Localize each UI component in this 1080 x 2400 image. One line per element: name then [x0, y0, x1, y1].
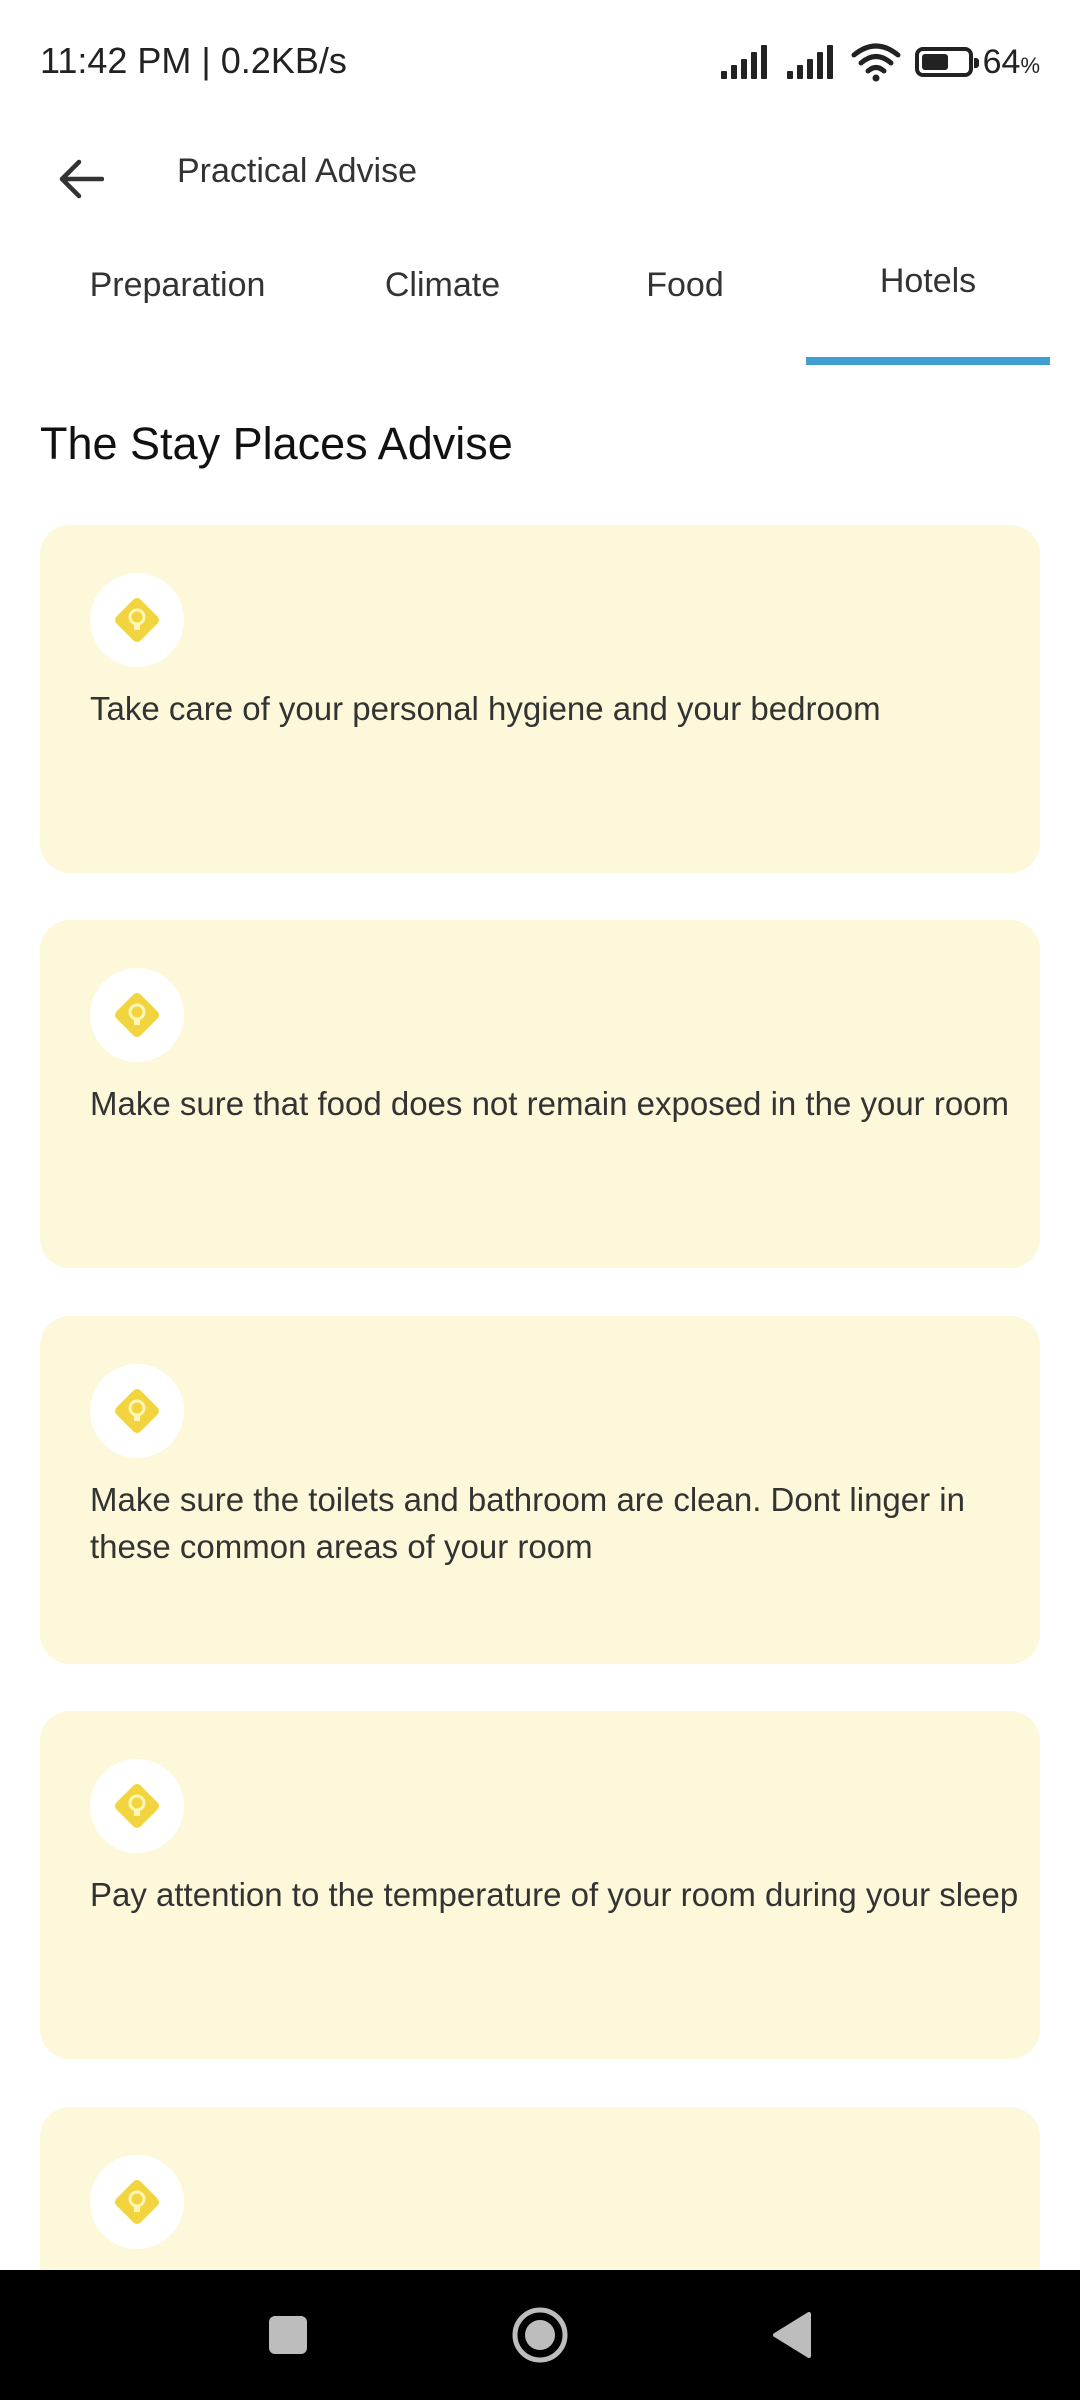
- tab-climate[interactable]: Climate: [320, 230, 565, 365]
- advice-text: Pay attention to the temperature of your…: [90, 1876, 1019, 1913]
- battery-percentage: 64%: [983, 43, 1040, 82]
- back-triangle-icon: [773, 2312, 811, 2358]
- signal-icon: [720, 45, 767, 79]
- wifi-icon: [851, 43, 901, 82]
- lightbulb-icon: [90, 1759, 184, 1853]
- lightbulb-icon: [90, 573, 184, 667]
- lightbulb-icon: [90, 1364, 184, 1458]
- advice-text: Make sure the toilets and bathroom are c…: [90, 1481, 965, 1565]
- recents-icon: [269, 2316, 307, 2354]
- status-icons: 64%: [719, 42, 1040, 82]
- advice-card: Make sure the toilets and bathroom are c…: [40, 1316, 1040, 1664]
- lightbulb-icon: [90, 968, 184, 1062]
- tab-hotels[interactable]: Hotels: [806, 230, 1050, 365]
- home-button[interactable]: [500, 2295, 580, 2375]
- battery-unit: %: [1020, 52, 1040, 78]
- tab-food[interactable]: Food: [565, 230, 805, 365]
- status-bar: 11:42 PM | 0.2KB/s 64%: [0, 0, 1080, 130]
- status-time-speed: 11:42 PM | 0.2KB/s: [40, 40, 347, 81]
- tab-bar: Preparation Climate Food Hotels: [0, 230, 1080, 365]
- lightbulb-icon: [90, 2155, 184, 2249]
- arrow-left-icon: [59, 159, 104, 199]
- system-nav-bar: [0, 2270, 1080, 2400]
- advice-text: Take care of your personal hygiene and y…: [90, 690, 881, 727]
- advice-card: Pay attention to the temperature of your…: [40, 1711, 1040, 2059]
- page-title: Practical Advise: [177, 152, 417, 190]
- recents-button[interactable]: [248, 2295, 328, 2375]
- back-nav-button[interactable]: [752, 2295, 832, 2375]
- battery-fill: [921, 54, 948, 70]
- back-button[interactable]: [40, 138, 122, 220]
- tab-preparation[interactable]: Preparation: [40, 230, 315, 365]
- signal-icon: [786, 45, 833, 79]
- active-tab-indicator: [806, 357, 1050, 365]
- screen: 11:42 PM | 0.2KB/s 64% Practical Advise …: [0, 0, 1080, 2400]
- section-heading: The Stay Places Advise: [40, 418, 513, 469]
- advice-text: Make sure that food does not remain expo…: [90, 1085, 1010, 1122]
- advice-card: Make sure that food does not remain expo…: [40, 920, 1040, 1268]
- advice-card: Take care of your personal hygiene and y…: [40, 525, 1040, 873]
- battery-value: 64: [982, 42, 1021, 81]
- app-bar: Practical Advise: [0, 130, 1080, 210]
- home-icon: [512, 2307, 568, 2363]
- battery-icon: [914, 47, 979, 77]
